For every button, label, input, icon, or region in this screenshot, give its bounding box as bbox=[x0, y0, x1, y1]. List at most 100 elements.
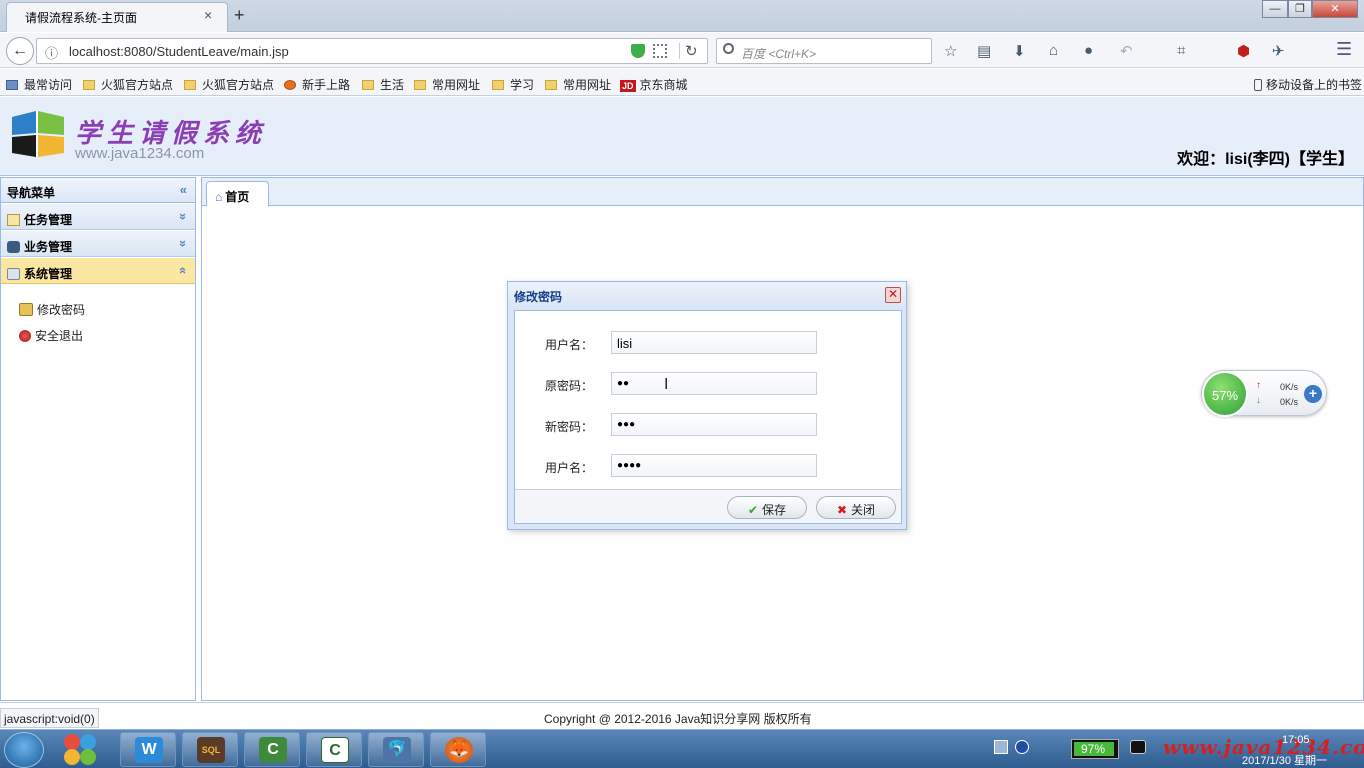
chevron-up-icon: « bbox=[175, 266, 191, 275]
copyright-text: Copyright @ 2012-2016 Java知识分享网 版权所有 bbox=[544, 712, 812, 726]
confirm-label: 用户名： bbox=[545, 461, 594, 475]
bookmark-folder[interactable]: 常用网址 bbox=[545, 76, 611, 93]
sidebar-header: 导航菜单 « bbox=[1, 178, 195, 203]
edit-icon bbox=[7, 214, 20, 226]
settings-icon bbox=[7, 268, 20, 280]
url-bar[interactable]: ⓘ localhost:8080/StudentLeave/main.jsp ↻ bbox=[36, 38, 708, 64]
extension-icon[interactable]: ✈ bbox=[1272, 42, 1285, 60]
taskbar-firefox[interactable]: 🦊 bbox=[430, 732, 486, 767]
welcome-text: 欢迎：lisi(李四)【学生】 bbox=[1177, 151, 1354, 168]
dialog-body: 用户名： lisi 原密码： ●● 新密码： ●●● 用户名： ●●●● ✔ 保存… bbox=[514, 310, 902, 524]
status-bar: javascript:void(0) bbox=[0, 708, 99, 728]
bookmark-firefox[interactable]: 新手上路 bbox=[284, 76, 350, 93]
bookmark-folder[interactable]: 生活 bbox=[362, 76, 404, 93]
chat-icon[interactable]: ● bbox=[1084, 42, 1093, 59]
plus-icon[interactable]: + bbox=[1304, 385, 1322, 403]
new-password-field[interactable]: ●●● bbox=[611, 413, 817, 436]
tray-icon[interactable] bbox=[994, 740, 1008, 754]
mobile-icon bbox=[1254, 79, 1262, 91]
mobile-bookmarks[interactable]: 移动设备上的书签 bbox=[1254, 76, 1362, 93]
taskbar-camtasia[interactable]: C bbox=[244, 732, 300, 767]
bookmark-folder[interactable]: 火狐官方站点 bbox=[83, 76, 173, 93]
confirm-password-field[interactable]: ●●●● bbox=[611, 454, 817, 477]
taskbar-mysql[interactable]: 🐬 bbox=[368, 732, 424, 767]
folder-icon bbox=[414, 80, 426, 90]
text-cursor-icon: I bbox=[664, 376, 669, 393]
jd-icon: JD bbox=[620, 80, 636, 92]
app-header: 学生请假系统 www.java1234.com 欢迎：lisi(李四)【学生】 bbox=[0, 97, 1364, 176]
crop-icon[interactable]: ⌗ bbox=[1177, 42, 1185, 59]
browser-tab-title: 请假流程系统-主页面 bbox=[25, 11, 137, 25]
old-password-field[interactable]: ●● bbox=[611, 372, 817, 395]
minimize-button[interactable]: — bbox=[1262, 0, 1288, 18]
home-icon[interactable]: ⌂ bbox=[1049, 42, 1058, 59]
start-button[interactable] bbox=[4, 732, 44, 768]
sql-ide-icon: SQL bbox=[197, 737, 225, 763]
close-button[interactable]: ✖ 关闭 bbox=[816, 496, 896, 519]
window-close-button[interactable]: ✕ bbox=[1312, 0, 1358, 18]
site-info-icon[interactable]: ⓘ bbox=[45, 43, 58, 62]
folder-icon bbox=[184, 80, 196, 90]
reading-list-icon[interactable]: ▤ bbox=[977, 42, 991, 60]
download-speed: 0K/s bbox=[1280, 397, 1299, 407]
collapse-sidebar-icon[interactable]: « bbox=[180, 182, 187, 197]
clock-date[interactable]: 2017/1/30 星期一 bbox=[1242, 752, 1327, 768]
battery-indicator[interactable]: 97% bbox=[1071, 739, 1119, 759]
clock-time[interactable]: 17:05 bbox=[1282, 734, 1310, 746]
sidebar-item-change-password[interactable]: 修改密码 bbox=[19, 301, 85, 318]
search-bar[interactable]: 百度 <Ctrl+K> bbox=[716, 38, 932, 64]
power-plug-icon[interactable] bbox=[1130, 740, 1146, 754]
dialog-close-icon[interactable]: ✕ bbox=[885, 287, 901, 303]
reload-icon[interactable]: ↻ bbox=[685, 42, 698, 60]
camtasia-icon: C bbox=[259, 737, 287, 763]
power-icon bbox=[19, 330, 31, 342]
firefox-icon: 🦊 bbox=[445, 737, 473, 763]
wps-icon: W bbox=[135, 737, 163, 763]
username-field[interactable]: lisi bbox=[611, 331, 817, 354]
change-password-dialog: 修改密码 ✕ 用户名： lisi 原密码： ●● 新密码： ●●● 用户名： ●… bbox=[507, 281, 907, 530]
bookmark-folder[interactable]: 火狐官方站点 bbox=[184, 76, 274, 93]
windows-taskbar: W SQL C C 🐬 🦊 97% www.java1234.com 17:05… bbox=[0, 729, 1364, 768]
folder-icon bbox=[83, 80, 95, 90]
search-icon bbox=[723, 43, 734, 54]
download-icon[interactable]: ⬇ bbox=[1013, 42, 1026, 60]
bookmark-jd[interactable]: JD 京东商城 bbox=[620, 76, 688, 93]
star-icon[interactable]: ☆ bbox=[944, 42, 957, 60]
bookmark-most-visited[interactable]: 最常访问 bbox=[6, 76, 72, 93]
page-footer: javascript:void(0) Copyright @ 2012-2016… bbox=[0, 702, 1364, 729]
taskbar-wps[interactable]: W bbox=[120, 732, 176, 767]
dialog-footer: ✔ 保存 ✖ 关闭 bbox=[515, 489, 901, 523]
tab-close-icon[interactable]: × bbox=[204, 8, 218, 22]
sidebar-section-business[interactable]: 业务管理 » bbox=[1, 231, 195, 257]
maximize-button[interactable]: ❐ bbox=[1288, 0, 1312, 18]
username-label: 用户名： bbox=[545, 338, 594, 352]
chevron-down-icon: » bbox=[175, 239, 191, 248]
taskbar-sqlyog[interactable]: SQL bbox=[182, 732, 238, 767]
home-icon: ⌂ bbox=[215, 190, 223, 204]
firefox-icon bbox=[284, 80, 296, 90]
bookmark-folder[interactable]: 学习 bbox=[492, 76, 534, 93]
nav-sidebar: 导航菜单 « 任务管理 » 业务管理 » 系统管理 « 修改密码 安全退出 bbox=[0, 177, 196, 701]
undo-icon[interactable]: ↶ bbox=[1120, 42, 1133, 60]
menu-icon[interactable]: ☰ bbox=[1336, 39, 1352, 60]
qrcode-icon[interactable] bbox=[653, 44, 667, 58]
new-password-label: 新密码： bbox=[545, 420, 594, 434]
taskbar-camtasia-2[interactable]: C bbox=[306, 732, 362, 767]
camtasia-icon: C bbox=[321, 737, 349, 763]
tab-home[interactable]: ⌂ 首页 bbox=[206, 181, 269, 207]
new-tab-button[interactable]: + bbox=[234, 5, 245, 26]
browser-tab[interactable]: 请假流程系统-主页面 bbox=[6, 2, 228, 32]
dialog-header: 修改密码 ✕ bbox=[508, 282, 906, 308]
network-speed-widget[interactable]: 57% ↑ ↓ 0K/s 0K/s + bbox=[1201, 370, 1327, 417]
browser-nav-bar: ← ⓘ localhost:8080/StudentLeave/main.jsp… bbox=[0, 33, 1364, 68]
shield-icon[interactable] bbox=[631, 44, 645, 58]
back-button[interactable]: ← bbox=[6, 37, 34, 65]
sidebar-section-task[interactable]: 任务管理 » bbox=[1, 204, 195, 230]
sidebar-item-logout[interactable]: 安全退出 bbox=[19, 327, 83, 344]
app-launcher-icon[interactable] bbox=[64, 734, 98, 766]
help-icon[interactable] bbox=[1015, 740, 1029, 754]
bookmark-folder[interactable]: 常用网址 bbox=[414, 76, 480, 93]
sidebar-section-system[interactable]: 系统管理 « bbox=[1, 258, 195, 284]
ublock-icon[interactable]: ⬢ bbox=[1237, 42, 1250, 60]
save-button[interactable]: ✔ 保存 bbox=[727, 496, 807, 519]
